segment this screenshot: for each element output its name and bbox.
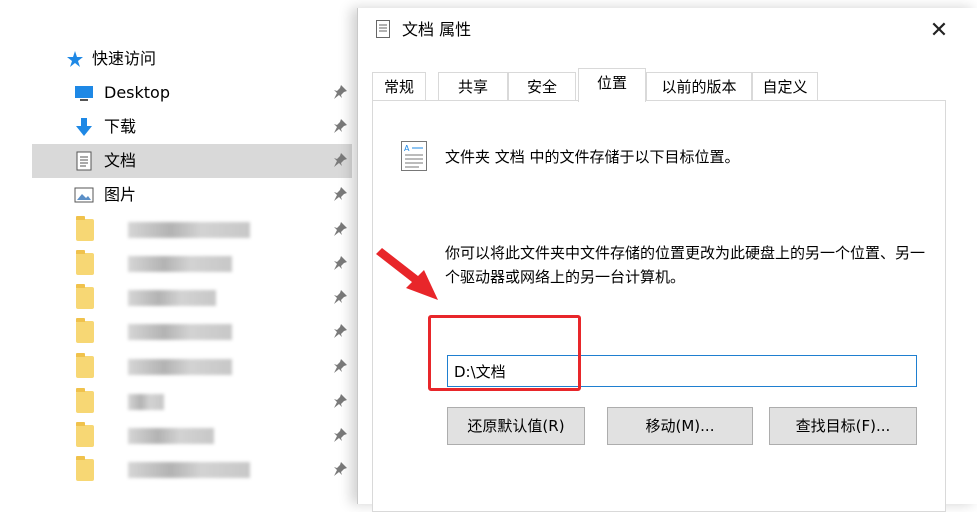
close-icon: ✕ — [929, 18, 949, 43]
nav-item-label: 下载 — [104, 117, 137, 136]
nav-item-downloads[interactable]: 下载 — [32, 110, 352, 144]
blurred-label — [128, 222, 250, 238]
navigation-pane: 快速访问 Desktop 下载 文档 图片 — [0, 0, 352, 504]
properties-dialog: 文档 属性 ✕ 常规 共享 安全 位置 以前的版本 自定义 A 文件夹 文档 中… — [357, 8, 977, 512]
pin-icon[interactable] — [332, 84, 348, 100]
nav-item-documents[interactable]: 文档 — [32, 144, 352, 178]
tab-sharing[interactable]: 共享 — [438, 72, 508, 101]
blurred-label — [128, 324, 232, 340]
pin-icon[interactable] — [332, 289, 348, 305]
nav-item-pictures[interactable]: 图片 — [32, 178, 352, 212]
nav-item-blurred-folder[interactable] — [32, 453, 352, 487]
nav-item-desktop[interactable]: Desktop — [32, 76, 352, 110]
nav-item-blurred-folder[interactable] — [32, 315, 352, 349]
dialog-title: 文档 属性 — [402, 20, 472, 39]
tab-customize[interactable]: 自定义 — [752, 72, 818, 101]
tab-location[interactable]: 位置 — [578, 68, 646, 102]
pin-icon[interactable] — [332, 323, 348, 339]
pin-icon[interactable] — [332, 393, 348, 409]
document-lines-icon: A — [401, 141, 427, 171]
location-description: 文件夹 文档 中的文件存储于以下目标位置。 — [445, 148, 740, 166]
highlight-box — [428, 315, 581, 391]
pin-icon[interactable] — [332, 152, 348, 168]
move-button[interactable]: 移动(M)... — [607, 407, 753, 445]
folder-icon — [76, 456, 94, 481]
find-target-button[interactable]: 查找目标(F)... — [769, 407, 917, 445]
star-pin-icon — [67, 51, 83, 67]
blurred-label — [128, 462, 250, 478]
nav-item-label: 图片 — [104, 185, 137, 204]
close-button[interactable]: ✕ — [924, 16, 954, 46]
blurred-label — [128, 428, 214, 444]
folder-icon — [76, 388, 94, 413]
tab-previous-versions[interactable]: 以前的版本 — [646, 72, 752, 101]
tab-security[interactable]: 安全 — [508, 72, 576, 101]
document-icon — [76, 151, 92, 171]
folder-icon — [76, 318, 94, 343]
folder-icon — [76, 216, 94, 241]
folder-icon — [76, 250, 94, 275]
blurred-label — [128, 394, 164, 410]
location-tab-panel: A 文件夹 文档 中的文件存储于以下目标位置。 你可以将此文件夹中文件存储的位置… — [372, 100, 946, 512]
download-arrow-icon — [76, 118, 92, 136]
blurred-label — [128, 256, 232, 272]
pin-icon[interactable] — [332, 118, 348, 134]
pin-icon[interactable] — [332, 358, 348, 374]
red-arrow-icon — [376, 248, 438, 300]
blurred-label — [128, 359, 232, 375]
blurred-label — [128, 290, 216, 306]
pin-icon[interactable] — [332, 186, 348, 202]
folder-icon — [76, 422, 94, 447]
quick-access-label: 快速访问 — [92, 49, 157, 68]
pin-icon[interactable] — [332, 221, 348, 237]
folder-icon — [76, 284, 94, 309]
nav-item-blurred-folder[interactable] — [32, 281, 352, 315]
document-icon — [376, 20, 390, 38]
restore-default-button[interactable]: 还原默认值(R) — [447, 407, 585, 445]
pin-icon[interactable] — [332, 461, 348, 477]
pin-icon[interactable] — [332, 427, 348, 443]
desktop-icon — [75, 86, 93, 101]
nav-item-label: Desktop — [104, 83, 170, 102]
svg-text:A: A — [404, 144, 410, 153]
nav-item-blurred-folder[interactable] — [32, 213, 352, 247]
location-instructions: 你可以将此文件夹中文件存储的位置更改为此硬盘上的另一个位置、另一个驱动器或网络上… — [445, 244, 926, 286]
tab-general[interactable]: 常规 — [372, 72, 426, 101]
nav-item-label: 文档 — [104, 151, 137, 170]
nav-item-blurred-folder[interactable] — [32, 419, 352, 453]
nav-item-blurred-folder[interactable] — [32, 385, 352, 419]
pin-icon[interactable] — [332, 255, 348, 271]
dialog-titlebar[interactable]: 文档 属性 ✕ — [358, 8, 977, 52]
nav-item-blurred-folder[interactable] — [32, 247, 352, 281]
nav-item-blurred-folder[interactable] — [32, 350, 352, 384]
folder-icon — [76, 353, 94, 378]
pictures-icon — [74, 187, 94, 203]
